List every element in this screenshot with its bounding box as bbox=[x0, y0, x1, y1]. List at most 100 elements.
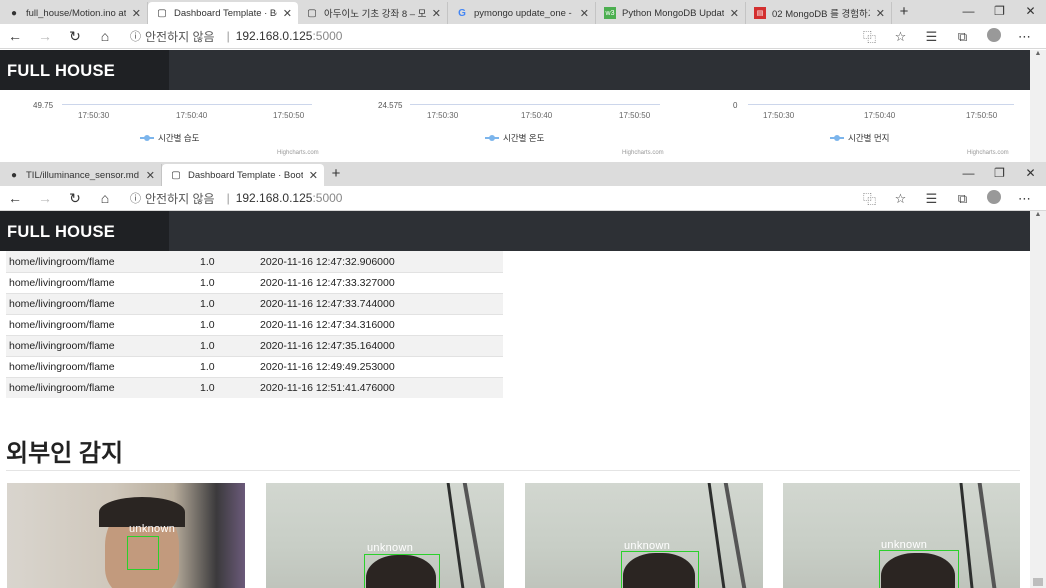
x-tick-label: 17:50:40 bbox=[176, 111, 208, 120]
brand-logo[interactable]: FULL HOUSE bbox=[0, 211, 169, 251]
page-icon: ▢ bbox=[307, 7, 317, 19]
scroll-up-icon[interactable]: ▲ bbox=[1030, 50, 1046, 57]
info-icon[interactable]: ⓘ bbox=[130, 28, 141, 44]
close-icon[interactable]: ✕ bbox=[146, 169, 155, 182]
tab-pymongo-search[interactable]: G pymongo update_one - Goo ✕ bbox=[448, 2, 596, 24]
restore-icon[interactable]: ❐ bbox=[984, 0, 1015, 24]
wall-edge bbox=[462, 483, 486, 588]
back-icon[interactable]: ← bbox=[0, 28, 30, 44]
detection-box bbox=[621, 551, 699, 588]
favorites-list-icon[interactable]: ☰ bbox=[916, 191, 947, 207]
chart-credit-link[interactable]: Highcharts.com bbox=[967, 150, 1009, 156]
info-icon[interactable]: ⓘ bbox=[130, 190, 141, 206]
scroll-up-icon[interactable]: ▲ bbox=[1030, 211, 1046, 218]
restore-icon[interactable]: ❐ bbox=[984, 162, 1015, 186]
site-navbar: FULL HOUSE bbox=[0, 50, 1030, 90]
table-row: home/livingroom/flame 1.0 2020-11-16 12:… bbox=[6, 377, 503, 398]
y-axis-label: 49.75 bbox=[33, 101, 54, 110]
profile-icon[interactable] bbox=[978, 190, 1009, 207]
tab-dashboard-template[interactable]: ▢ Dashboard Template · Bootst ✕ bbox=[148, 2, 298, 24]
detection-photo[interactable]: unknown bbox=[266, 483, 504, 588]
x-axis-line bbox=[410, 104, 660, 105]
legend-item[interactable]: 시간별 온도 bbox=[485, 132, 544, 144]
close-icon[interactable]: ✕ bbox=[432, 7, 441, 20]
url-port: :5000 bbox=[312, 29, 343, 43]
brand-logo[interactable]: FULL HOUSE bbox=[0, 50, 169, 90]
url-field[interactable]: ⓘ 안전하지 않음 | 192.168.0.125:5000 bbox=[130, 190, 342, 207]
security-label: 안전하지 않음 bbox=[145, 29, 215, 44]
detection-box bbox=[127, 536, 159, 570]
collections-icon[interactable]: ⧉ bbox=[947, 191, 978, 207]
back-icon[interactable]: ← bbox=[0, 190, 30, 206]
read-aloud-icon[interactable]: ⿻ bbox=[854, 27, 885, 46]
section-divider bbox=[6, 470, 1020, 471]
x-tick-label: 17:50:40 bbox=[521, 111, 553, 120]
tab-til-illuminance[interactable]: ● TIL/illuminance_sensor.md at ma ✕ bbox=[0, 164, 162, 186]
url-host: 192.168.0.125 bbox=[235, 29, 313, 43]
tab-full-house-motion[interactable]: ● full_house/Motion.ino at de ✕ bbox=[0, 2, 148, 24]
series-marker-icon bbox=[485, 135, 499, 141]
minimize-icon[interactable]: — bbox=[953, 162, 984, 186]
legend-item[interactable]: 시간별 습도 bbox=[140, 132, 199, 144]
tab-mongodb-pdf[interactable]: ▤ 02 MongoDB 를 경험하기.p ✕ bbox=[746, 2, 892, 24]
x-axis-line bbox=[748, 104, 1014, 105]
url-host: 192.168.0.125 bbox=[235, 191, 313, 205]
collections-icon[interactable]: ⧉ bbox=[947, 29, 978, 45]
refresh-icon[interactable]: ↻ bbox=[60, 190, 90, 207]
close-icon[interactable]: ✕ bbox=[580, 7, 589, 20]
series-marker-icon bbox=[830, 135, 844, 141]
close-icon[interactable]: ✕ bbox=[283, 7, 292, 20]
refresh-icon[interactable]: ↻ bbox=[60, 28, 90, 45]
table-row: home/livingroom/flame 1.0 2020-11-16 12:… bbox=[6, 356, 503, 377]
bottom-address-bar: ← → ↻ ⌂ ⓘ 안전하지 않음 | 192.168.0.125:5000 ⿻… bbox=[0, 186, 1046, 211]
pdf-icon: ▤ bbox=[754, 7, 766, 19]
tab-arduino-lesson[interactable]: ▢ 아두이노 기초 강좌 8 – 모션 ✕ bbox=[298, 2, 448, 24]
minimize-icon[interactable]: — bbox=[953, 0, 984, 24]
url-field[interactable]: ⓘ 안전하지 않음 | 192.168.0.125:5000 bbox=[130, 28, 342, 45]
read-aloud-icon[interactable]: ⿻ bbox=[854, 189, 885, 208]
y-axis-label: 24.575 bbox=[378, 101, 403, 110]
wall-edge bbox=[707, 483, 726, 588]
wall-edge bbox=[446, 483, 465, 588]
table-row: home/livingroom/flame 1.0 2020-11-16 12:… bbox=[6, 314, 503, 335]
security-label: 안전하지 않음 bbox=[145, 191, 215, 206]
close-window-icon[interactable]: ✕ bbox=[1015, 0, 1046, 24]
forward-icon[interactable]: → bbox=[30, 190, 60, 206]
close-icon[interactable]: ✕ bbox=[730, 7, 739, 20]
detection-photo[interactable]: unknown bbox=[525, 483, 763, 588]
top-tab-strip: ● full_house/Motion.ino at de ✕ ▢ Dashbo… bbox=[0, 0, 1046, 24]
chart-credit-link[interactable]: Highcharts.com bbox=[622, 150, 664, 156]
bottom-scrollbar[interactable]: ▲ bbox=[1030, 211, 1046, 588]
detection-box bbox=[879, 550, 959, 588]
google-icon: G bbox=[458, 7, 466, 19]
x-tick-label: 17:50:50 bbox=[966, 111, 998, 120]
favorites-list-icon[interactable]: ☰ bbox=[916, 29, 947, 45]
tab-python-mongodb[interactable]: w3 Python MongoDB Update ✕ bbox=[596, 2, 746, 24]
x-tick-label: 17:50:50 bbox=[619, 111, 651, 120]
close-icon[interactable]: ✕ bbox=[309, 169, 318, 182]
chart-credit-link[interactable]: Highcharts.com bbox=[277, 150, 319, 156]
forward-icon[interactable]: → bbox=[30, 28, 60, 44]
detection-photo[interactable]: unknown bbox=[783, 483, 1020, 588]
top-address-bar: ← → ↻ ⌂ ⓘ 안전하지 않음 | 192.168.0.125:5000 ⿻… bbox=[0, 24, 1046, 49]
close-window-icon[interactable]: ✕ bbox=[1015, 162, 1046, 186]
home-icon[interactable]: ⌂ bbox=[90, 190, 120, 206]
detection-photo[interactable]: unknown bbox=[7, 483, 245, 588]
profile-icon[interactable] bbox=[978, 28, 1009, 45]
bottom-tab-strip: ● TIL/illuminance_sensor.md at ma ✕ ▢ Da… bbox=[0, 162, 1046, 186]
scroll-thumb[interactable] bbox=[1033, 578, 1043, 586]
favorite-star-icon[interactable]: ☆ bbox=[885, 29, 916, 45]
legend-item[interactable]: 시간별 먼지 bbox=[830, 132, 889, 144]
new-tab-button[interactable]: + bbox=[892, 2, 916, 24]
close-icon[interactable]: ✕ bbox=[876, 7, 885, 20]
more-menu-icon[interactable]: ⋯ bbox=[1009, 191, 1040, 207]
x-axis-line bbox=[62, 104, 312, 105]
tab-dashboard-template[interactable]: ▢ Dashboard Template · Bootstrap ✕ bbox=[162, 164, 324, 186]
sensor-log-table: home/livingroom/flame 1.0 2020-11-16 12:… bbox=[6, 251, 503, 398]
close-icon[interactable]: ✕ bbox=[132, 7, 141, 20]
favorite-star-icon[interactable]: ☆ bbox=[885, 191, 916, 207]
more-menu-icon[interactable]: ⋯ bbox=[1009, 29, 1040, 45]
new-tab-button[interactable]: + bbox=[324, 164, 348, 186]
home-icon[interactable]: ⌂ bbox=[90, 28, 120, 44]
top-scrollbar[interactable]: ▲ bbox=[1030, 50, 1046, 163]
